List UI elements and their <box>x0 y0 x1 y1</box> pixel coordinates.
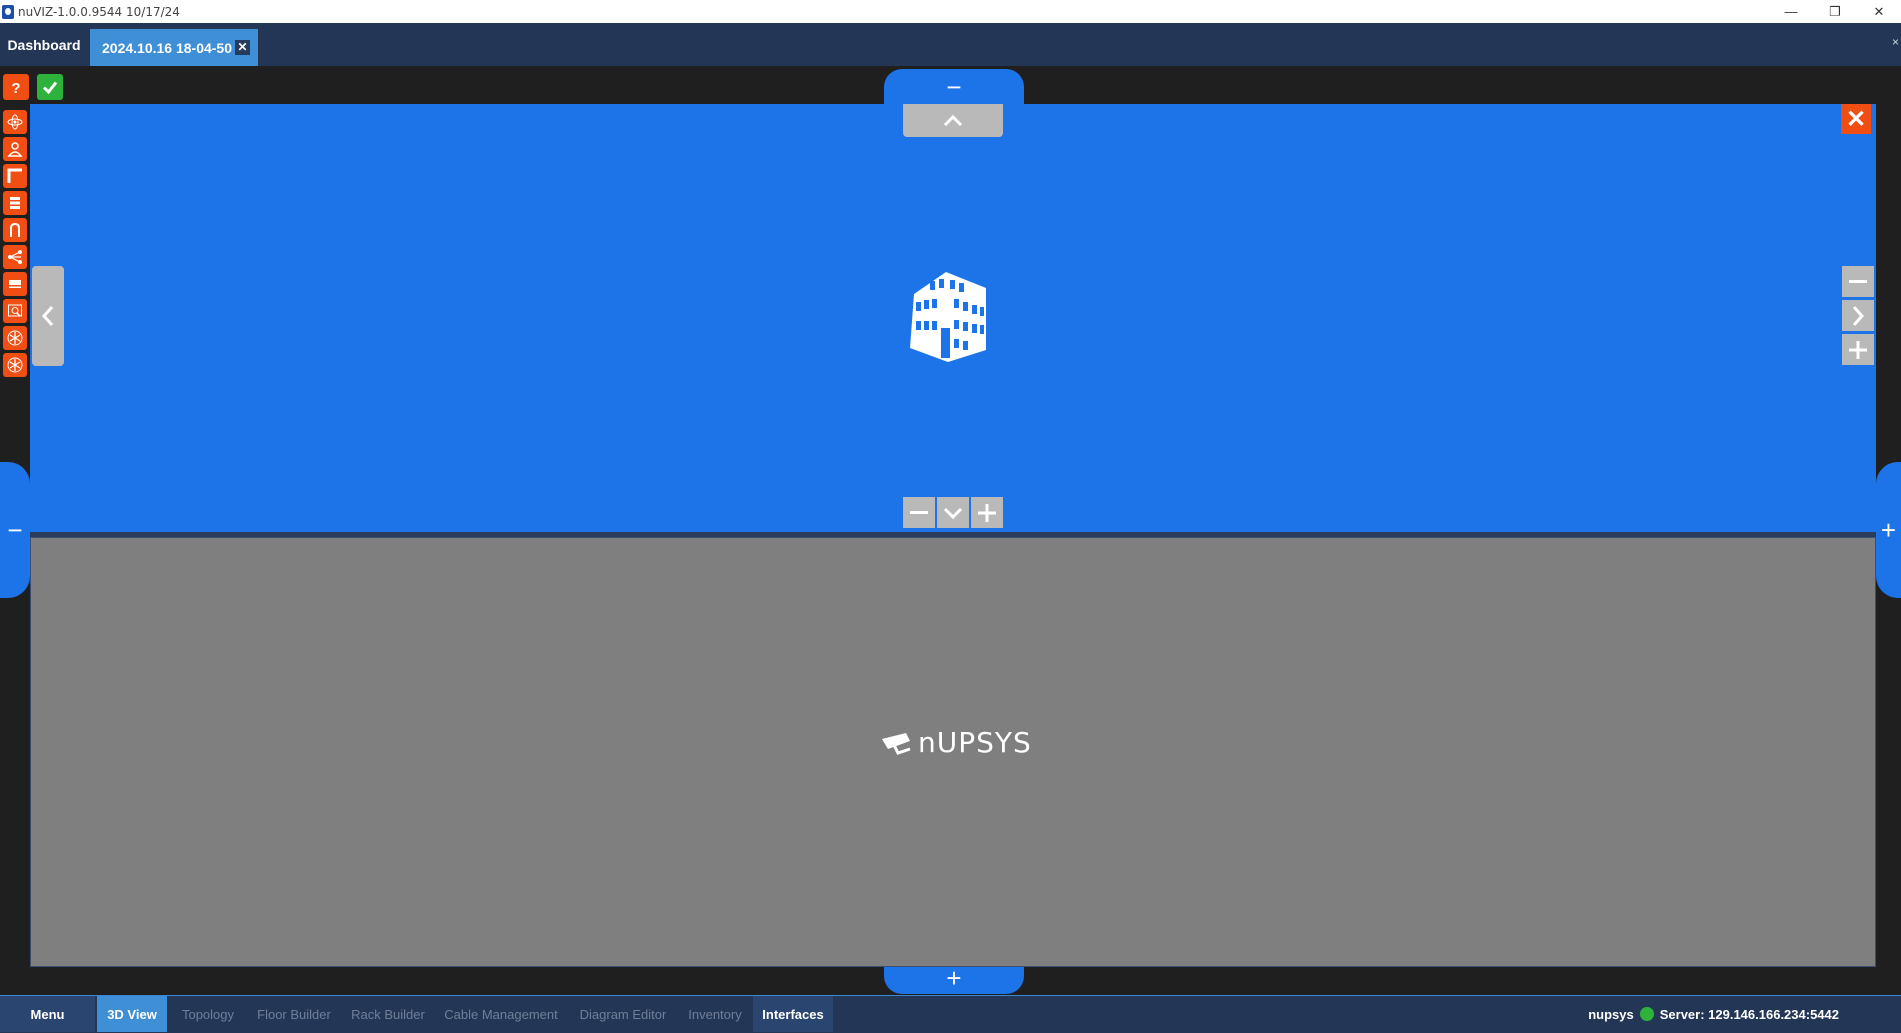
chevron-down-icon <box>943 507 963 519</box>
minus-icon <box>1849 279 1867 283</box>
tab-session[interactable]: 2024.10.16 18-04-50 ✕ <box>90 29 258 66</box>
user-icon[interactable] <box>3 137 27 161</box>
plus-icon <box>978 503 996 522</box>
tab-strip: Dashboard 2024.10.16 18-04-50 ✕ × <box>0 23 1901 66</box>
close-panel-button[interactable]: ✕ <box>1841 104 1871 134</box>
shrink-left-button[interactable]: − <box>0 462 30 598</box>
nav-floor-builder[interactable]: Floor Builder <box>250 996 338 1032</box>
cable-icon[interactable] <box>3 218 27 242</box>
minus-icon <box>910 510 928 514</box>
title-bar: nuVIZ-1.0.0.9544 10/17/24 — ❐ ✕ <box>0 0 1901 23</box>
nav-inventory[interactable]: Inventory <box>682 996 748 1032</box>
plus-icon <box>1849 340 1867 359</box>
view-panel-top[interactable] <box>30 104 1876 532</box>
nav-topology[interactable]: Topology <box>172 996 244 1032</box>
server-address: Server: 129.146.166.234:5442 <box>1659 1006 1839 1022</box>
rack-icon[interactable] <box>3 191 27 215</box>
tab-close-button[interactable]: ✕ <box>235 40 250 55</box>
nav-3d-view[interactable]: 3D View <box>97 996 167 1032</box>
atom-icon[interactable] <box>3 110 27 134</box>
user-name: nupsys <box>1588 1006 1634 1022</box>
zoom-in-button[interactable] <box>971 497 1003 528</box>
tray-icon[interactable] <box>3 272 27 296</box>
zoom-out-button[interactable] <box>903 497 935 528</box>
building-icon <box>910 272 986 362</box>
tab-strip-close-icon[interactable]: × <box>1892 35 1899 49</box>
collapse-top-panel-button[interactable]: − <box>884 69 1024 105</box>
svg-text:?: ? <box>11 80 20 95</box>
bottom-nav: Menu 3D View Topology Floor Builder Rack… <box>0 995 1901 1033</box>
window-title: nuVIZ-1.0.0.9544 10/17/24 <box>18 4 180 19</box>
frame-icon[interactable] <box>3 164 27 188</box>
window-controls: — ❐ ✕ <box>1769 0 1901 23</box>
nav-rack-builder[interactable]: Rack Builder <box>344 996 432 1032</box>
snowflake-icon[interactable] <box>3 326 27 350</box>
topology-icon[interactable] <box>3 245 27 269</box>
tab-session-label: 2024.10.16 18-04-50 <box>102 39 232 56</box>
logo-text: nUPSYS <box>918 726 1032 759</box>
question-icon[interactable]: ? <box>3 74 29 100</box>
window-close-button[interactable]: ✕ <box>1857 0 1901 23</box>
collapse-up-button[interactable] <box>903 104 1003 137</box>
status-dot-icon <box>1639 1007 1654 1021</box>
camera-logo-icon <box>882 732 911 755</box>
connection-status: nupsys Server: 129.146.166.234:5442 <box>1588 996 1839 1032</box>
chevron-right-icon <box>1852 305 1865 326</box>
snowflake-icon[interactable] <box>3 353 27 377</box>
workspace: ? − + − + ✕ nUPSYS <box>0 66 1901 995</box>
nav-cable-management[interactable]: Cable Management <box>438 996 564 1032</box>
nupsys-logo: nUPSYS <box>880 726 1032 759</box>
prev-view-button[interactable] <box>32 266 64 366</box>
minimize-button[interactable]: — <box>1769 0 1813 23</box>
next-view-button[interactable] <box>1842 300 1874 331</box>
side-plus-button[interactable] <box>1842 334 1874 365</box>
menu-button[interactable]: Menu <box>0 996 95 1032</box>
side-minus-button[interactable] <box>1842 266 1874 297</box>
inspect-icon[interactable] <box>3 299 27 323</box>
expand-right-button[interactable]: + <box>1876 462 1901 598</box>
expand-down-button[interactable] <box>937 497 969 528</box>
chevron-up-icon <box>943 114 963 126</box>
nav-interfaces[interactable]: Interfaces <box>753 996 833 1032</box>
nav-diagram-editor[interactable]: Diagram Editor <box>570 996 676 1032</box>
tab-dashboard[interactable]: Dashboard <box>0 23 88 66</box>
restore-button[interactable]: ❐ <box>1813 0 1857 23</box>
chevron-left-icon <box>41 306 54 326</box>
check-icon[interactable] <box>37 74 63 100</box>
app-logo-icon <box>2 4 14 19</box>
